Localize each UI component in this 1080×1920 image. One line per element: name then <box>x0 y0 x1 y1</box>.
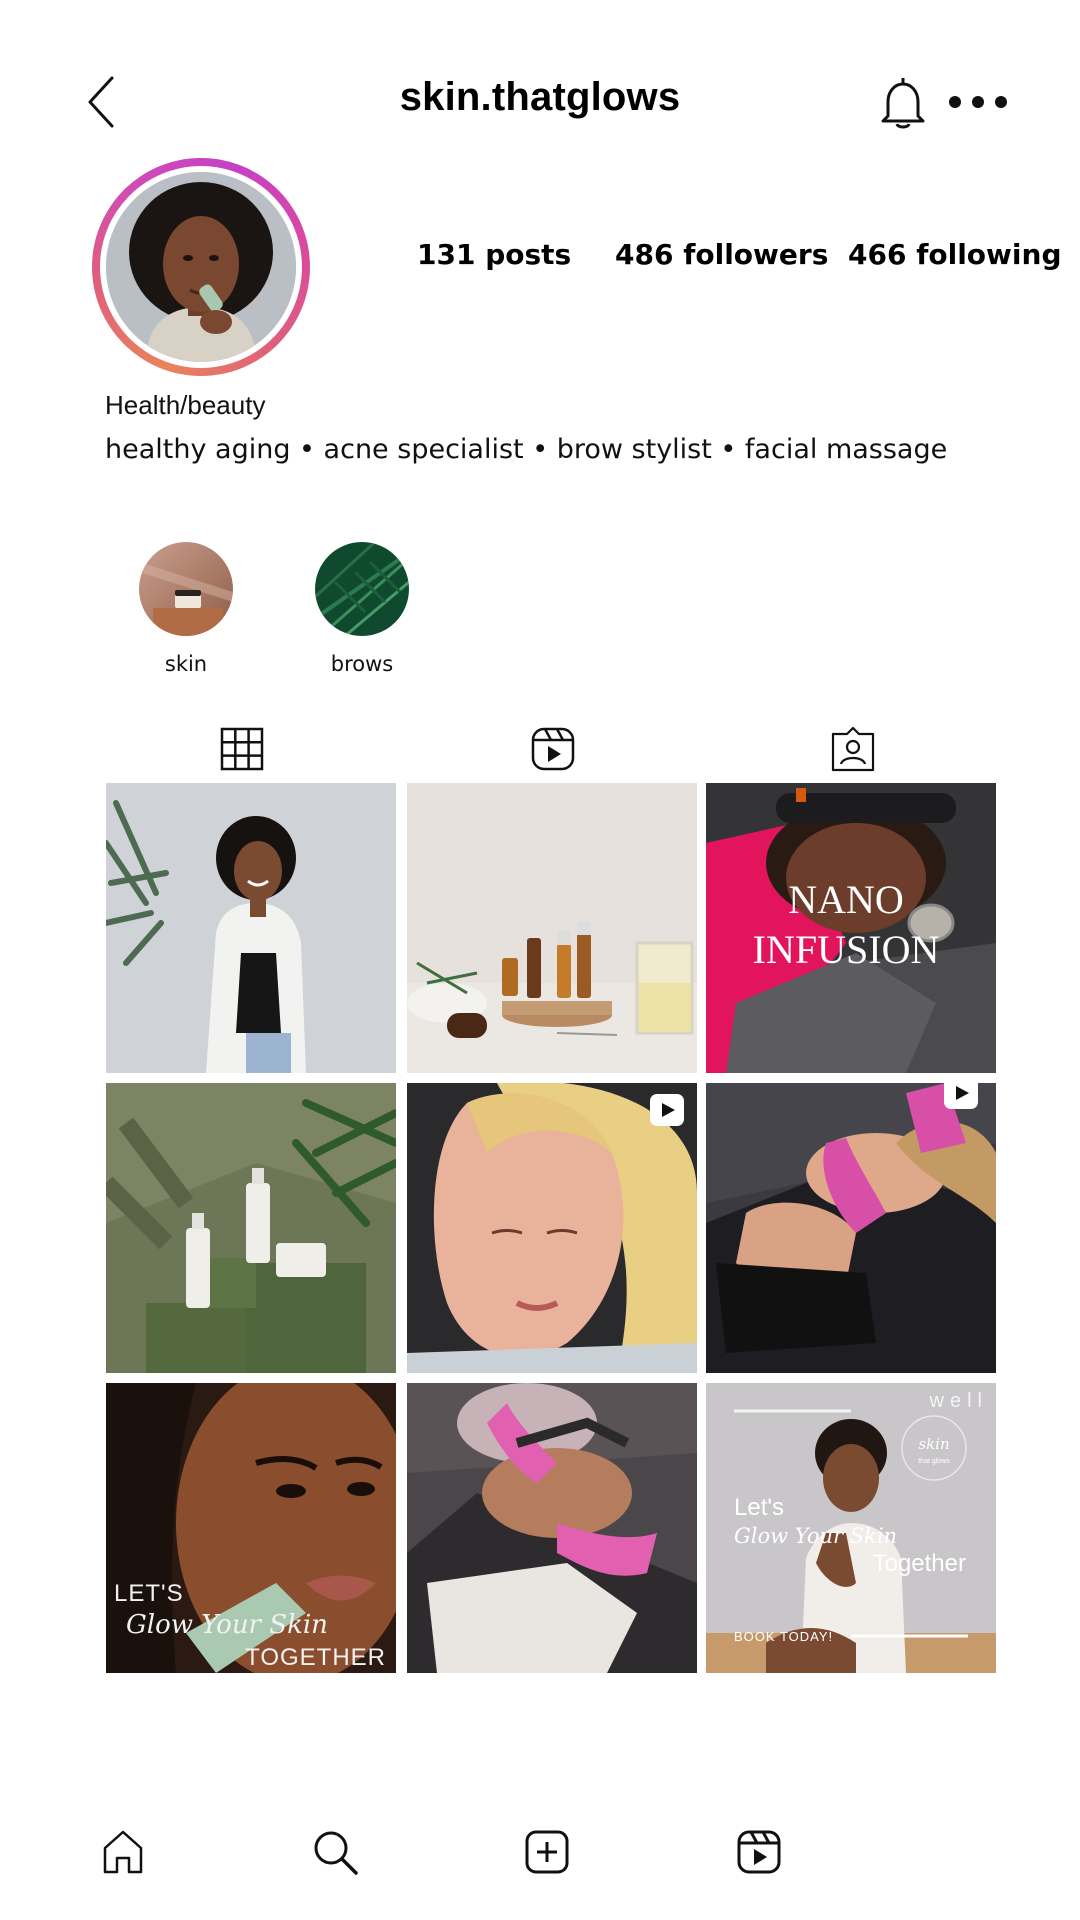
highlight-skin-cover <box>139 542 233 636</box>
promo-book-today: BOOK TODAY! <box>734 1629 833 1644</box>
lets-glow-top: LET'S <box>114 1580 184 1607</box>
search-icon[interactable] <box>311 1828 359 1876</box>
highlight-brows[interactable]: brows <box>314 542 410 676</box>
profile-avatar[interactable] <box>92 158 310 376</box>
lets-glow-bottom: TOGETHER <box>245 1644 386 1671</box>
highlight-label: brows <box>330 652 394 676</box>
following-count[interactable]: 466 following <box>848 238 1062 271</box>
post-tile[interactable] <box>407 1083 697 1373</box>
highlight-label: skin <box>164 652 208 676</box>
nano-infusion-line2: INFUSION <box>753 927 940 972</box>
reels-icon[interactable] <box>735 1828 783 1876</box>
post-tile[interactable]: LET'S Glow Your Skin TOGETHER <box>106 1383 396 1673</box>
promo-well: well <box>929 1390 988 1412</box>
post-tile[interactable]: NANO INFUSION <box>706 783 996 1073</box>
reel-badge-icon <box>944 1083 978 1109</box>
promo-logo-word: skin <box>918 1435 949 1453</box>
post-tile[interactable] <box>407 1383 697 1673</box>
promo-lets: Let's <box>734 1494 784 1521</box>
create-post-icon[interactable] <box>523 1828 571 1876</box>
more-dots-icon[interactable] <box>945 90 1011 114</box>
reel-badge-icon <box>650 1094 684 1126</box>
post-tile[interactable] <box>407 783 697 1073</box>
post-tile[interactable] <box>706 1083 996 1373</box>
avatar-photo <box>106 172 296 362</box>
profile-bio: healthy aging • acne specialist • brow s… <box>105 434 948 465</box>
promo-logo-sub: that glows <box>918 1458 950 1465</box>
promo-together: Together <box>873 1550 966 1577</box>
lets-glow-script: Glow Your Skin <box>126 1610 328 1640</box>
followers-count[interactable]: 486 followers <box>615 238 828 271</box>
home-icon[interactable] <box>99 1828 147 1876</box>
post-tile[interactable]: well skin that glows Let's Glow Your Ski… <box>706 1383 996 1673</box>
reels-tab-icon[interactable] <box>530 726 576 772</box>
highlight-brows-cover <box>315 542 409 636</box>
highlight-skin[interactable]: skin <box>138 542 234 676</box>
promo-script: Glow Your Skin <box>734 1524 897 1548</box>
post-tile[interactable] <box>106 783 396 1073</box>
profile-username: skin.thatglows <box>399 75 681 119</box>
back-chevron-icon[interactable] <box>82 72 126 132</box>
profile-category: Health/beauty <box>105 390 266 420</box>
tagged-icon[interactable] <box>830 726 876 772</box>
grid-icon[interactable] <box>219 726 265 772</box>
post-tile[interactable] <box>106 1083 396 1373</box>
posts-count: 131 posts <box>417 238 572 271</box>
nano-infusion-line1: NANO <box>788 877 904 922</box>
bell-icon[interactable] <box>878 76 928 130</box>
